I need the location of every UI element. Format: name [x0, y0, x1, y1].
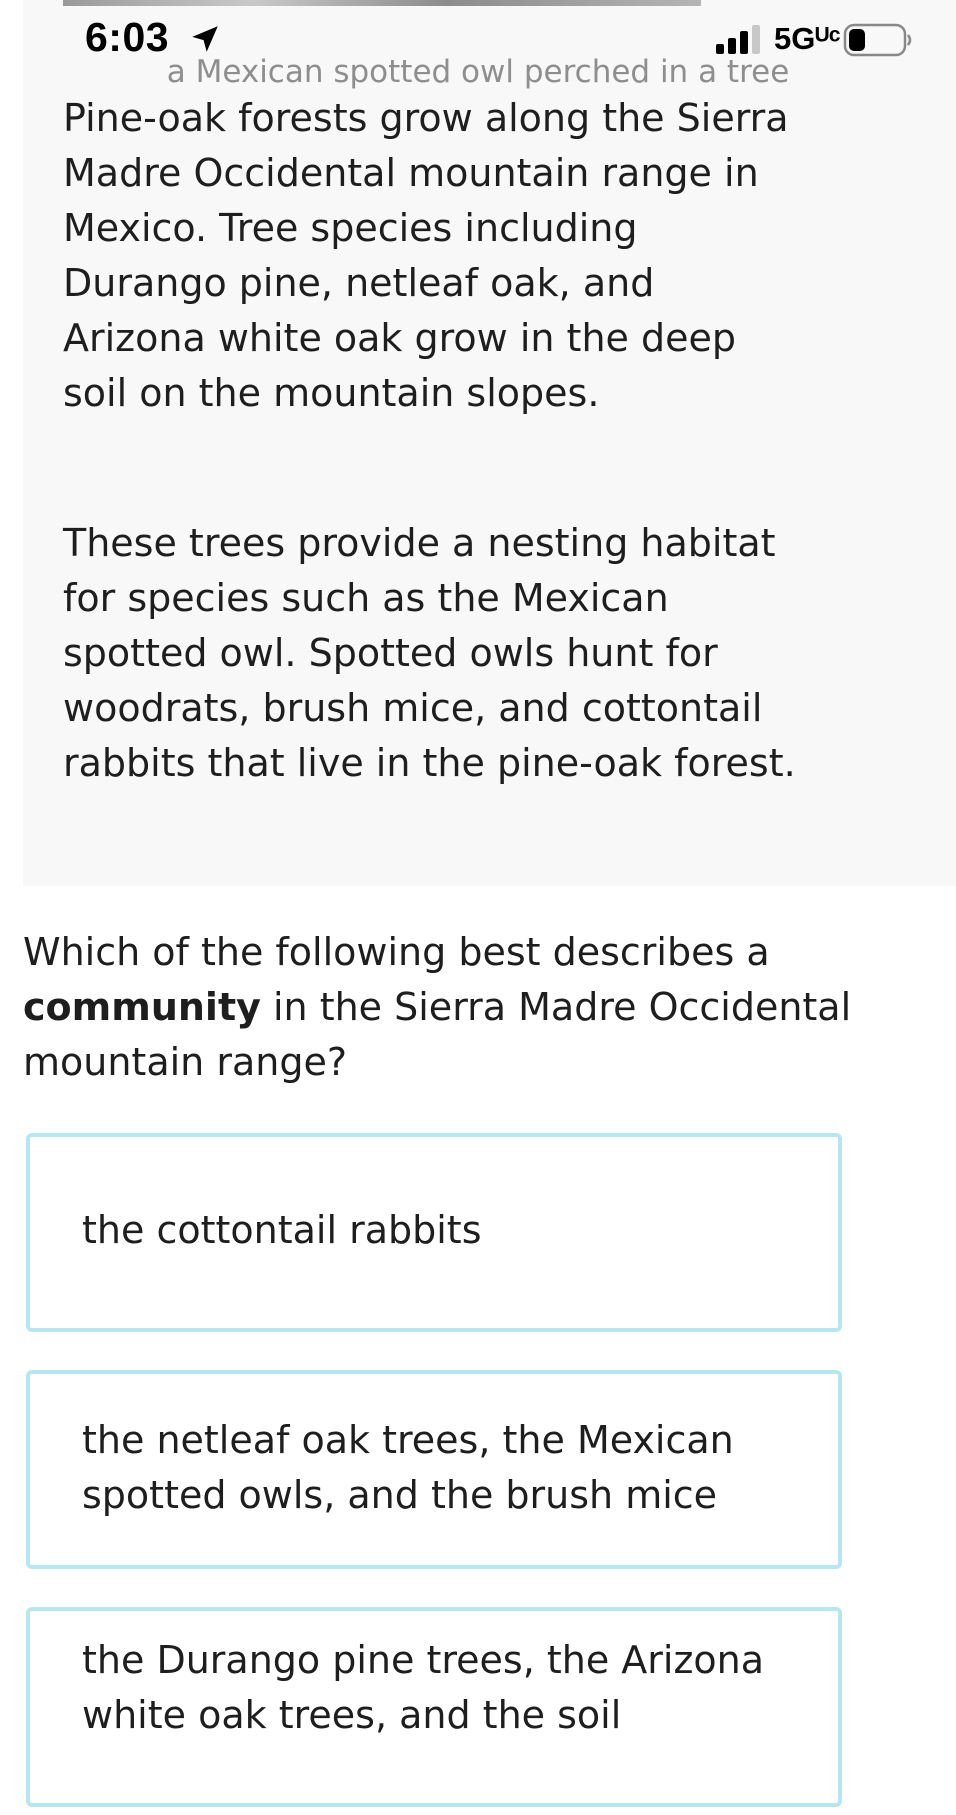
- answer-choice-label: the cottontail rabbits: [82, 1208, 482, 1252]
- image-caption: a Mexican spotted owl perched in a tree: [166, 54, 790, 90]
- answer-choice-label: the netleaf oak trees, the Mexican spott…: [82, 1418, 734, 1517]
- answer-choice-2[interactable]: the netleaf oak trees, the Mexican spott…: [26, 1370, 842, 1569]
- answer-choice-3[interactable]: the Durango pine trees, the Arizona whit…: [26, 1607, 842, 1807]
- question-bold-term: community: [23, 985, 261, 1029]
- answer-choice-1[interactable]: the cottontail rabbits: [26, 1133, 842, 1332]
- location-arrow-icon: [192, 26, 218, 52]
- passage-paragraph-1: Pine-oak forests grow along the Sierra M…: [63, 96, 789, 415]
- passage-paragraph-2: These trees provide a nesting habitat fo…: [63, 521, 796, 785]
- question-prefix: Which of the following best describes a: [23, 930, 770, 974]
- question-prompt: Which of the following best describes a …: [23, 925, 923, 1090]
- answer-choice-label: the Durango pine trees, the Arizona whit…: [82, 1638, 765, 1737]
